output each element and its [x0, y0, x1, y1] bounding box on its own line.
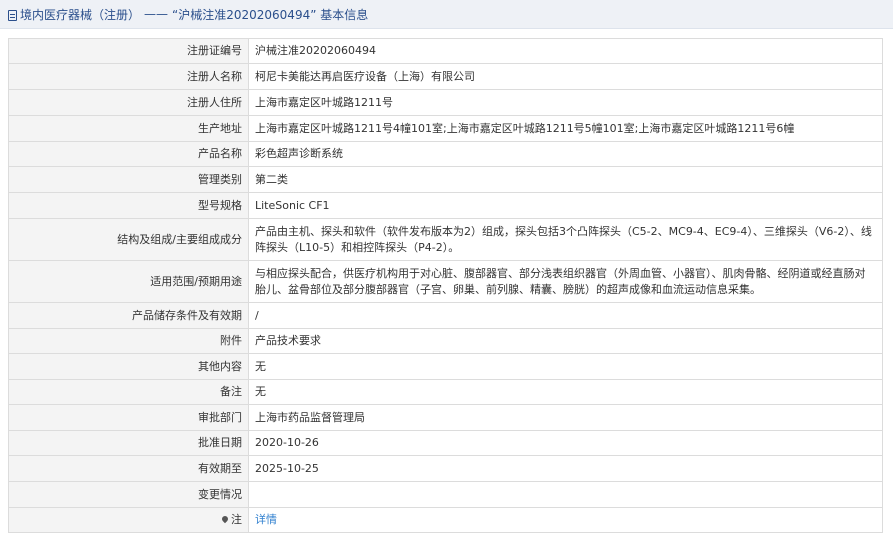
table-row: 产品储存条件及有效期 /: [8, 302, 883, 329]
row-label: 适用范围/预期用途: [8, 260, 249, 303]
table-row: 批准日期 2020-10-26: [8, 430, 883, 456]
row-label: 备注: [8, 379, 249, 405]
row-value: 2025-10-25: [248, 455, 883, 482]
document-icon: [8, 9, 17, 21]
row-value: 沪械注准20202060494: [248, 38, 883, 64]
row-label: 变更情况: [8, 481, 249, 508]
header-separator: ——: [144, 7, 169, 21]
row-label: 审批部门: [8, 404, 249, 431]
row-value: 上海市嘉定区叶城路1211号4幢101室;上海市嘉定区叶城路1211号5幢101…: [248, 115, 883, 142]
row-label: 型号规格: [8, 192, 249, 219]
note-value-cell: 详情: [248, 507, 883, 533]
row-value: 上海市药品监督管理局: [248, 404, 883, 431]
pin-icon: [220, 514, 230, 524]
table-row: 结构及组成/主要组成成分 产品由主机、探头和软件（软件发布版本为2）组成，探头包括…: [8, 218, 883, 261]
note-label: 注: [231, 513, 242, 526]
row-label: 附件: [8, 328, 249, 354]
row-value: 与相应探头配合，供医疗机构用于对心脏、腹部器官、部分浅表组织器官（外周血管、小器…: [248, 260, 883, 303]
header-record-title: “沪械注准20202060494” 基本信息: [172, 7, 369, 22]
table-row: 有效期至 2025-10-25: [8, 455, 883, 482]
row-value: 2020-10-26: [248, 430, 883, 456]
table-row: 备注无: [8, 379, 883, 405]
row-value: 无: [248, 379, 883, 405]
table-row: 管理类别 第二类: [8, 166, 883, 193]
info-table: 注册证编号 沪械注准20202060494 注册人名称 柯尼卡美能达再启医疗设备（上…: [8, 38, 883, 533]
row-label: 产品储存条件及有效期: [8, 302, 249, 329]
table-row: 其他内容无: [8, 353, 883, 380]
row-value: 柯尼卡美能达再启医疗设备（上海）有限公司: [248, 63, 883, 90]
row-value: 产品技术要求: [248, 328, 883, 354]
row-label: 管理类别: [8, 166, 249, 193]
table-row: 型号规格 LiteSonic CF1: [8, 192, 883, 219]
row-value: 彩色超声诊断系统: [248, 141, 883, 167]
table-row: 审批部门 上海市药品监督管理局: [8, 404, 883, 431]
table-row: 注册人住所 上海市嘉定区叶城路1211号: [8, 89, 883, 116]
table-row: 产品名称 彩色超声诊断系统: [8, 141, 883, 167]
table-row: 注册人名称 柯尼卡美能达再启医疗设备（上海）有限公司: [8, 63, 883, 90]
table-row: 附件 产品技术要求: [8, 328, 883, 354]
row-value: 无: [248, 353, 883, 380]
row-value: /: [248, 302, 883, 329]
row-label: 结构及组成/主要组成成分: [8, 218, 249, 261]
row-label: 产品名称: [8, 141, 249, 167]
table-row: 注 详情: [8, 507, 883, 533]
table-row: 生产地址 上海市嘉定区叶城路1211号4幢101室;上海市嘉定区叶城路1211号5…: [8, 115, 883, 142]
row-label: 其他内容: [8, 353, 249, 380]
header-category: 境内医疗器械（注册）: [20, 7, 141, 22]
row-label: 注册证编号: [8, 38, 249, 64]
note-label-cell: 注: [8, 507, 249, 533]
row-value: [248, 481, 883, 508]
table-row: 适用范围/预期用途 与相应探头配合，供医疗机构用于对心脏、腹部器官、部分浅表组织器…: [8, 260, 883, 303]
row-label: 注册人住所: [8, 89, 249, 116]
row-label: 生产地址: [8, 115, 249, 142]
row-label: 注册人名称: [8, 63, 249, 90]
row-label: 有效期至: [8, 455, 249, 482]
table-row: 注册证编号 沪械注准20202060494: [8, 38, 883, 64]
row-label: 批准日期: [8, 430, 249, 456]
table-row: 变更情况: [8, 481, 883, 508]
row-value: 产品由主机、探头和软件（软件发布版本为2）组成，探头包括3个凸阵探头（C5-2、…: [248, 218, 883, 261]
row-value: 上海市嘉定区叶城路1211号: [248, 89, 883, 116]
details-link[interactable]: 详情: [255, 513, 277, 526]
page-header: 境内医疗器械（注册） —— “沪械注准20202060494” 基本信息: [0, 0, 893, 29]
row-value: LiteSonic CF1: [248, 192, 883, 219]
row-value: 第二类: [248, 166, 883, 193]
